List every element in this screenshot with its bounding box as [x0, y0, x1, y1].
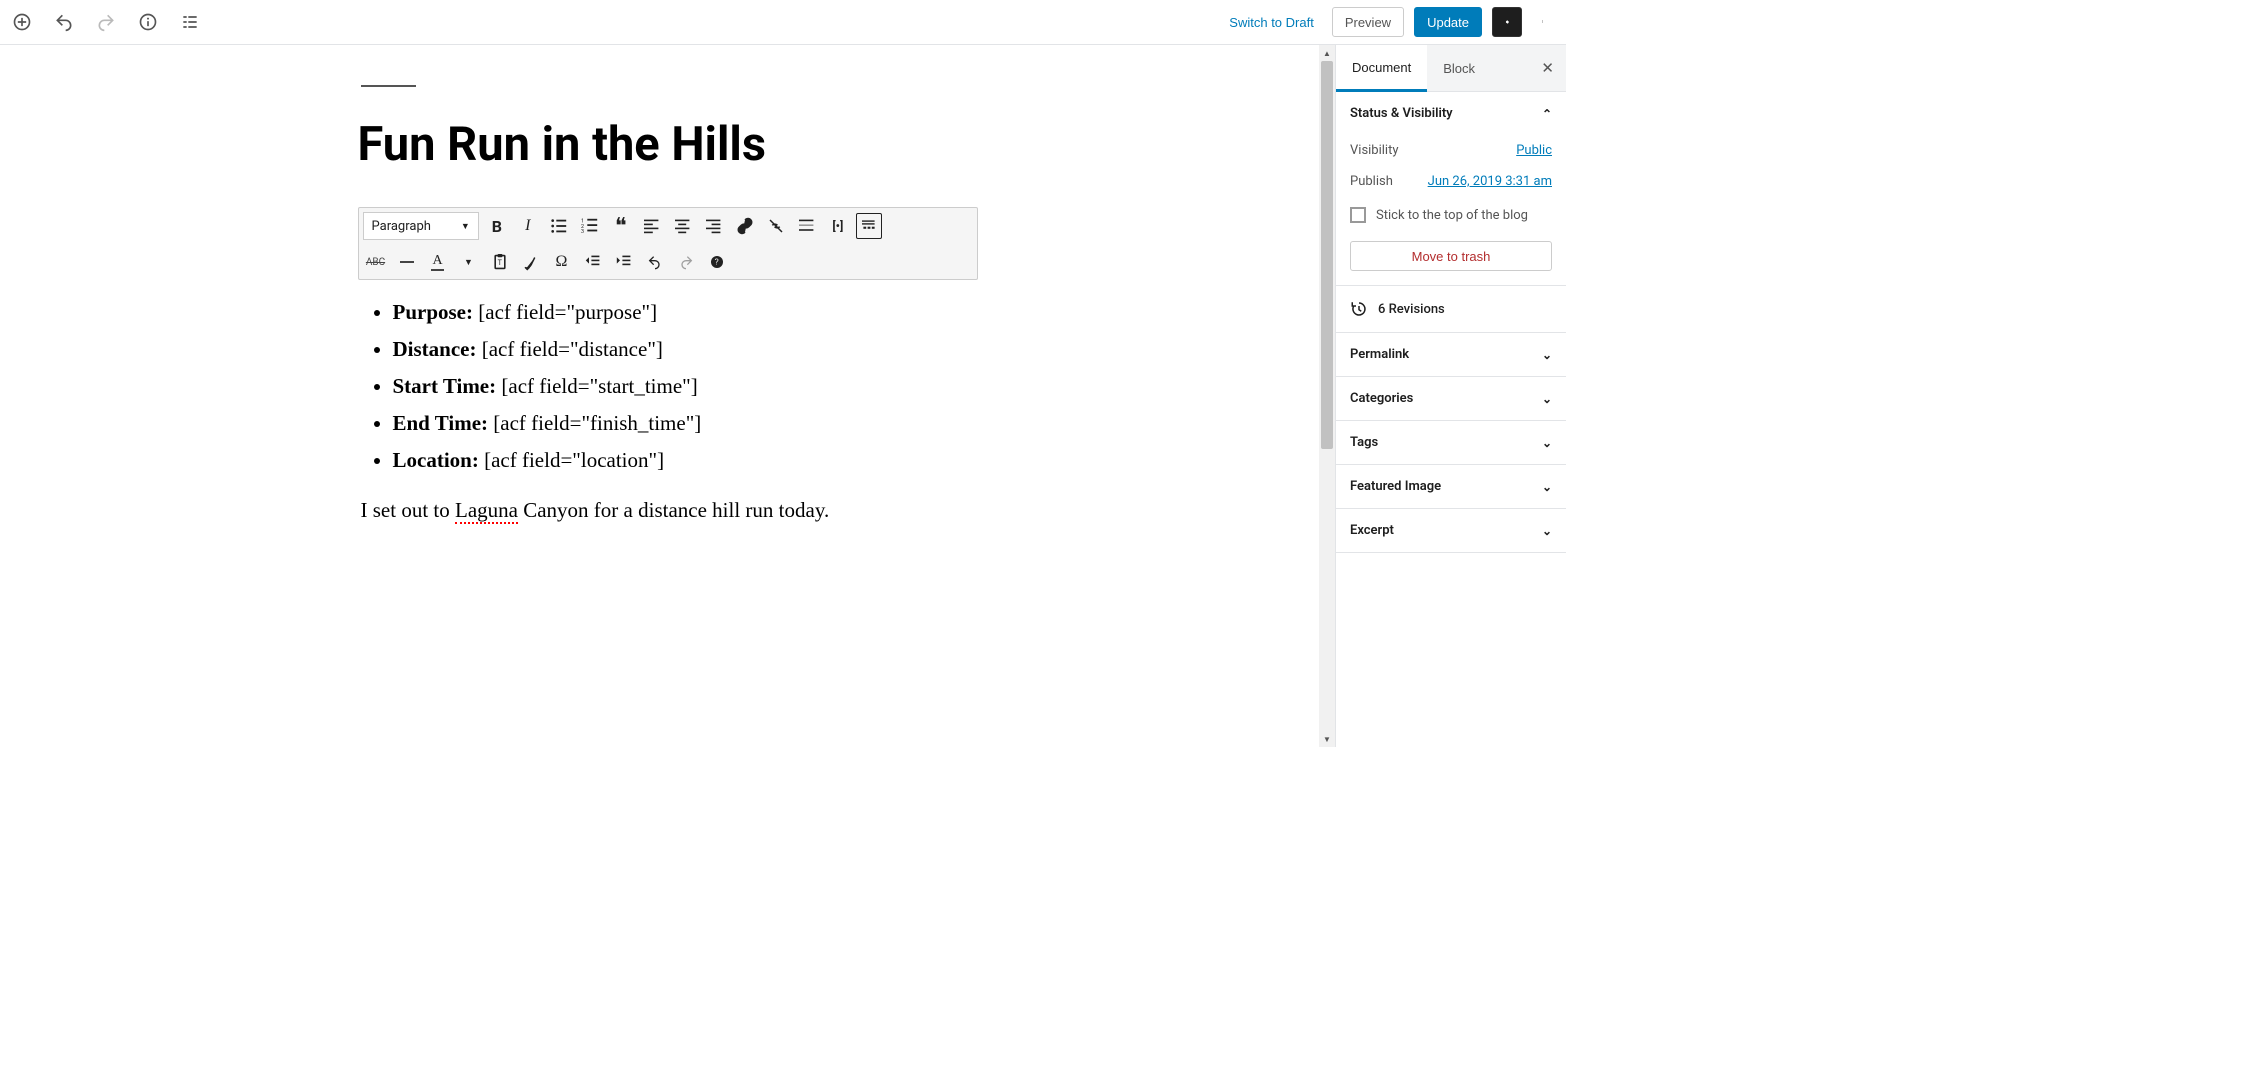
- update-button[interactable]: Update: [1414, 7, 1482, 37]
- svg-text:3: 3: [581, 229, 584, 235]
- strikethrough-icon[interactable]: ABC: [363, 249, 389, 275]
- settings-sidebar: Document Block ✕ Status & Visibility⌃ Vi…: [1335, 45, 1566, 747]
- numbered-list-icon[interactable]: 123: [577, 213, 603, 239]
- tab-document[interactable]: Document: [1336, 45, 1427, 92]
- info-icon[interactable]: [136, 10, 160, 34]
- add-block-icon[interactable]: [10, 10, 34, 34]
- clear-format-icon[interactable]: [518, 249, 544, 275]
- checkbox-icon[interactable]: [1350, 207, 1366, 223]
- preview-button[interactable]: Preview: [1332, 7, 1404, 37]
- stick-checkbox-row[interactable]: Stick to the top of the blog: [1350, 197, 1552, 233]
- paste-text-icon[interactable]: T: [487, 249, 513, 275]
- scroll-down-icon[interactable]: ▼: [1319, 731, 1335, 747]
- scroll-thumb[interactable]: [1321, 61, 1333, 449]
- editor-canvas[interactable]: Fun Run in the Hills Paragraph▼ B I 123 …: [0, 45, 1335, 747]
- panel-excerpt[interactable]: Excerpt⌄: [1336, 509, 1566, 552]
- bullet-list-icon[interactable]: [546, 213, 572, 239]
- bold-icon[interactable]: B: [484, 213, 510, 239]
- bullet-list[interactable]: Purpose: [acf field="purpose"] Distance:…: [358, 300, 978, 473]
- chevron-down-icon: ⌄: [1542, 436, 1552, 450]
- text-color-caret-icon[interactable]: ▼: [456, 249, 482, 275]
- panel-permalink[interactable]: Permalink⌄: [1336, 333, 1566, 376]
- blockquote-icon[interactable]: ❝: [608, 213, 634, 239]
- list-item: Distance: [acf field="distance"]: [393, 337, 978, 362]
- post-title[interactable]: Fun Run in the Hills: [358, 117, 978, 172]
- panel-status-header[interactable]: Status & Visibility⌃: [1336, 92, 1566, 135]
- tab-block[interactable]: Block: [1427, 45, 1491, 91]
- chevron-down-icon: ⌄: [1542, 480, 1552, 494]
- title-separator: [361, 85, 416, 87]
- svg-text:T: T: [497, 258, 502, 267]
- classic-toolbar: Paragraph▼ B I 123 ❝ [•]: [359, 208, 977, 279]
- chevron-down-icon: ⌄: [1542, 392, 1552, 406]
- unlink-icon[interactable]: [763, 213, 789, 239]
- history-icon: [1350, 300, 1368, 318]
- classic-editor-block[interactable]: Paragraph▼ B I 123 ❝ [•]: [358, 207, 978, 280]
- switch-to-draft-button[interactable]: Switch to Draft: [1221, 15, 1322, 30]
- publish-value[interactable]: Jun 26, 2019 3:31 am: [1428, 174, 1552, 189]
- sidebar-tabs: Document Block ✕: [1336, 45, 1566, 92]
- settings-gear-button[interactable]: [1492, 7, 1522, 37]
- link-icon[interactable]: [732, 213, 758, 239]
- panel-categories[interactable]: Categories⌄: [1336, 377, 1566, 420]
- visibility-value[interactable]: Public: [1516, 143, 1552, 158]
- text-color-icon[interactable]: A: [425, 249, 451, 275]
- body-paragraph[interactable]: I set out to Laguna Canyon for a distanc…: [361, 498, 978, 523]
- insert-more-icon[interactable]: [794, 213, 820, 239]
- move-to-trash-button[interactable]: Move to trash: [1350, 241, 1552, 271]
- undo-tool-icon[interactable]: [642, 249, 668, 275]
- special-char-icon[interactable]: Ω: [549, 249, 575, 275]
- list-item: End Time: [acf field="finish_time"]: [393, 411, 978, 436]
- editor-scrollbar[interactable]: ▲ ▼: [1319, 45, 1335, 747]
- svg-text:?: ?: [714, 258, 718, 268]
- align-left-icon[interactable]: [639, 213, 665, 239]
- align-center-icon[interactable]: [670, 213, 696, 239]
- outdent-icon[interactable]: [580, 249, 606, 275]
- indent-icon[interactable]: [611, 249, 637, 275]
- top-toolbar: Switch to Draft Preview Update: [0, 0, 1566, 45]
- redo-tool-icon: [673, 249, 699, 275]
- list-item: Purpose: [acf field="purpose"]: [393, 300, 978, 325]
- revisions-row[interactable]: 6 Revisions: [1336, 286, 1566, 333]
- chevron-down-icon: ⌄: [1542, 524, 1552, 538]
- acf-icon[interactable]: [•]: [825, 213, 851, 239]
- help-icon[interactable]: ?: [704, 249, 730, 275]
- visibility-label: Visibility: [1350, 143, 1399, 158]
- publish-label: Publish: [1350, 174, 1393, 189]
- toolbar-toggle-icon[interactable]: [856, 213, 882, 239]
- panel-status: Status & Visibility⌃ Visibility Public Pu…: [1336, 92, 1566, 286]
- scroll-up-icon[interactable]: ▲: [1319, 45, 1335, 61]
- redo-icon: [94, 10, 118, 34]
- more-menu-icon[interactable]: [1532, 7, 1556, 37]
- list-item: Start Time: [acf field="start_time"]: [393, 374, 978, 399]
- panel-featured-image[interactable]: Featured Image⌄: [1336, 465, 1566, 508]
- list-item: Location: [acf field="location"]: [393, 448, 978, 473]
- italic-icon[interactable]: I: [515, 213, 541, 239]
- panel-tags[interactable]: Tags⌄: [1336, 421, 1566, 464]
- align-right-icon[interactable]: [701, 213, 727, 239]
- outline-icon[interactable]: [178, 10, 202, 34]
- paragraph-dropdown[interactable]: Paragraph▼: [363, 212, 479, 240]
- close-sidebar-icon[interactable]: ✕: [1529, 45, 1566, 91]
- chevron-up-icon: ⌃: [1542, 107, 1552, 121]
- hr-icon[interactable]: [394, 249, 420, 275]
- chevron-down-icon: ⌄: [1542, 348, 1552, 362]
- undo-icon[interactable]: [52, 10, 76, 34]
